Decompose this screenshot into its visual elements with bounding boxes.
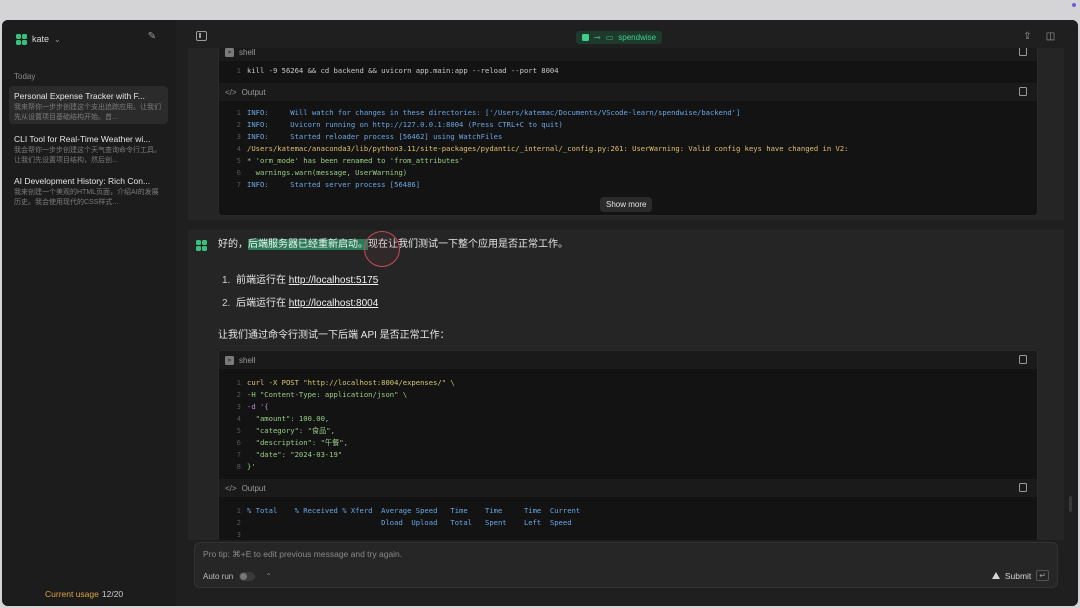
usage-indicator: Current usage 12/20 — [45, 589, 123, 599]
chevron-up-icon[interactable]: ⌃ — [265, 572, 272, 581]
message-paragraph: 让我们通过命令行测试一下后端 API 是否正常工作： — [218, 330, 450, 341]
link-icon: ⊸ — [594, 33, 601, 42]
output-label: Output — [241, 87, 266, 97]
usage-value: 12/20 — [101, 589, 124, 599]
assistant-avatar-icon — [196, 240, 207, 251]
list-number: 1. — [222, 275, 231, 286]
list-text: 后端运行在 — [236, 298, 289, 309]
assistant-message: > shell 1 kill -9 56264 && cd backend && … — [188, 48, 1064, 220]
shell-command: kill -9 56264 && cd backend && uvicorn a… — [247, 66, 559, 75]
submit-icon — [991, 572, 1000, 579]
output-code: 1 INFO: Will watch for changes in these d… — [236, 108, 849, 189]
autorun-control: Auto run ⌃ — [203, 572, 272, 581]
shell-header: > shell — [219, 48, 1037, 61]
chat-preview: 我来帮你一步步创建这个支出追踪应用。让我们先从设置项目基础结构开始。首... — [14, 104, 161, 121]
share-icon[interactable]: ⇪ — [1022, 31, 1033, 42]
chat-item[interactable]: AI Development History: Rich Con... 我来创建… — [9, 171, 168, 209]
copy-icon[interactable] — [1019, 355, 1027, 364]
usage-label: Current usage — [45, 589, 99, 599]
code-line: }' — [247, 462, 256, 471]
app-logo-icon — [16, 33, 27, 45]
app-window: kate ⌄ ✎ Today Personal Expense Tracker … — [2, 20, 1078, 606]
shell-label: shell — [239, 48, 256, 57]
chat-title: Personal Expense Tracker with F... — [14, 91, 145, 101]
scrollbar[interactable] — [1069, 496, 1072, 512]
output-label: Output — [241, 483, 266, 493]
project-logo-icon — [582, 34, 589, 41]
submit-label: Submit — [1004, 570, 1032, 581]
sidebar: kate ⌄ ✎ Today Personal Expense Tracker … — [2, 20, 176, 606]
submit-button[interactable]: Submit ↵ — [991, 570, 1049, 581]
output-line: INFO: Uvicorn running on http://127.0.0.… — [247, 120, 563, 129]
code-line: "amount": 100.00, — [247, 414, 330, 423]
output-line: INFO: Started server process [56486] — [247, 180, 421, 189]
shell-header: > shell — [219, 351, 1037, 369]
code-block-group: > shell 1 kill -9 56264 && cd backend && … — [218, 48, 1038, 216]
code-line: curl -X POST "http://localhost:8004/expe… — [247, 378, 455, 387]
chat-title: AI Development History: Rich Con... — [14, 176, 151, 186]
autorun-toggle[interactable] — [239, 572, 256, 581]
user-menu[interactable]: kate ⌄ — [16, 32, 61, 46]
chat-item[interactable]: Personal Expense Tracker with F... 我来帮你一… — [9, 86, 168, 124]
shell-code: 1 kill -9 56264 && cd backend && uvicorn … — [236, 66, 559, 75]
enter-key-icon: ↵ — [1036, 570, 1049, 581]
project-name: spendwise — [618, 33, 657, 42]
output-line: % Total % Received % Xferd Average Speed… — [247, 506, 581, 515]
message-input[interactable] — [203, 547, 1033, 561]
output-line: INFO: Started reloader process [56462] u… — [247, 132, 503, 141]
section-label-today: Today — [14, 72, 36, 81]
output-line: Dload Upload Total Spent Left Speed — [247, 518, 572, 527]
status-dot — [1072, 3, 1076, 7]
chat-item[interactable]: CLI Tool for Real-Time Weather wi... 我会帮… — [9, 129, 168, 167]
highlighted-text[interactable]: 后端服务器已经重新启动。 — [248, 239, 368, 250]
code-line: -d '{ — [247, 402, 269, 411]
topbar-actions: ⇪ ◫ — [1022, 31, 1056, 42]
frontend-link[interactable]: http://localhost:5175 — [289, 275, 379, 286]
list-text: 前端运行在 — [236, 275, 289, 286]
composer: Auto run ⌃ Submit ↵ — [194, 542, 1058, 588]
output-header: </> Output — [219, 479, 1037, 497]
split-view-icon[interactable]: ◫ — [1045, 31, 1056, 42]
assistant-message: 好的，后端服务器已经重新启动。现在让我们测试一下整个应用是否正常工作。 1. 前端… — [188, 230, 1064, 540]
terminal-icon: > — [225, 48, 234, 57]
code-block-group: > shell 1 curl -X POST "http://localhost:… — [218, 350, 1038, 540]
main-panel: ⊸ ▭ spendwise ⇪ ◫ > shell 1 kill -9 56264… — [176, 20, 1078, 606]
sidebar-toggle-icon[interactable] — [196, 31, 207, 41]
shell-code: 1 curl -X POST "http://localhost:8004/exp… — [236, 378, 455, 471]
output-line: * 'orm_mode' has been renamed to 'from_a… — [247, 156, 464, 165]
new-chat-icon[interactable]: ✎ — [146, 31, 158, 43]
backend-link[interactable]: http://localhost:8004 — [289, 298, 379, 309]
intro-prefix: 好的， — [218, 239, 248, 250]
project-badge[interactable]: ⊸ ▭ spendwise — [576, 31, 663, 44]
copy-icon[interactable] — [1019, 48, 1027, 56]
output-line: warnings.warn(message, UserWarning) — [247, 168, 408, 177]
code-line: "category": "食品", — [247, 426, 335, 435]
code-icon: </> — [225, 87, 237, 97]
user-name: kate — [32, 34, 50, 44]
copy-icon[interactable] — [1019, 87, 1027, 96]
monitor-icon: ▭ — [605, 33, 614, 42]
code-line: "description": "午餐", — [247, 438, 348, 447]
autorun-label: Auto run — [203, 572, 234, 581]
output-header: </> Output — [219, 83, 1037, 101]
list-item: 1. 前端运行在 http://localhost:5175 — [222, 271, 378, 286]
chat-preview: 我会帮你一步步创建这个天气查询命令行工具。让我们先设置项目结构，然后创... — [14, 147, 161, 164]
shell-label: shell — [239, 355, 256, 365]
chat-title: CLI Tool for Real-Time Weather wi... — [14, 134, 151, 144]
chevron-down-icon: ⌄ — [54, 34, 61, 44]
conversation[interactable]: > shell 1 kill -9 56264 && cd backend && … — [188, 48, 1064, 540]
list-number: 2. — [222, 298, 231, 309]
output-code: 1% Total % Received % Xferd Average Spee… — [236, 506, 581, 539]
output-line: /Users/katemac/anaconda3/lib/python3.11/… — [247, 144, 849, 153]
terminal-icon: > — [225, 355, 234, 365]
list-item: 2. 后端运行在 http://localhost:8004 — [222, 294, 378, 309]
code-icon: </> — [225, 483, 237, 493]
copy-icon[interactable] — [1019, 483, 1027, 492]
code-line: -H "Content-Type: application/json" \ — [247, 390, 408, 399]
chat-preview: 我来创建一个美观的HTML页面，介绍AI的发展历史。我会使用现代的CSS样式..… — [14, 189, 159, 206]
output-line: INFO: Will watch for changes in these di… — [247, 108, 741, 117]
code-line: "date": "2024-03-19" — [247, 450, 343, 459]
show-more-button[interactable]: Show more — [600, 197, 653, 212]
cursor-indicator — [364, 231, 400, 267]
